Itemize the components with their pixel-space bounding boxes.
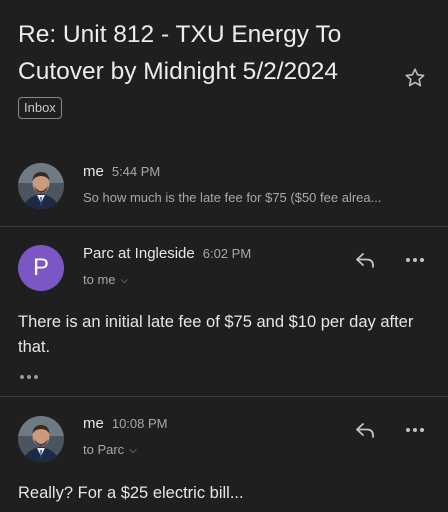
- sender-label: me: [83, 415, 104, 432]
- chevron-down-icon: ⌵: [129, 445, 137, 456]
- message-time: 6:02 PM: [202, 246, 252, 261]
- star-icon[interactable]: [403, 66, 427, 90]
- message-snippet: So how much is the late fee for $75 ($50…: [83, 190, 382, 205]
- sender-name: me 10:08 PM: [83, 415, 168, 432]
- recipient-label: to Parc: [83, 442, 125, 457]
- avatar: P: [18, 245, 64, 291]
- recipient-label: to me: [83, 272, 116, 287]
- inbox-label[interactable]: Inbox: [18, 97, 62, 119]
- reply-icon[interactable]: [353, 248, 377, 272]
- message-body: Really? For a $25 electric bill...: [18, 484, 244, 502]
- avatar: [18, 163, 64, 209]
- reply-icon[interactable]: [353, 418, 377, 442]
- sender-label: me: [83, 163, 104, 180]
- divider: [0, 226, 448, 227]
- avatar: [18, 416, 64, 462]
- sender-label: Parc at Ingleside: [83, 245, 195, 262]
- message-time: 5:44 PM: [111, 164, 161, 179]
- more-horizontal-icon[interactable]: [403, 248, 427, 272]
- message-body: There is an initial late fee of $75 and …: [18, 313, 414, 356]
- chevron-down-icon: ⌵: [120, 275, 129, 286]
- sender-name: Parc at Ingleside 6:02 PM: [83, 245, 251, 262]
- show-trimmed-content-icon[interactable]: [18, 371, 42, 383]
- more-horizontal-icon[interactable]: [403, 418, 427, 442]
- recipient-toggle[interactable]: to me ⌵: [83, 272, 128, 287]
- divider: [0, 396, 448, 397]
- thread-subject: Re: Unit 812 - TXU Energy To Cutover by …: [18, 21, 342, 85]
- sender-name: me 5:44 PM: [83, 163, 160, 180]
- recipient-toggle[interactable]: to Parc ⌵: [83, 442, 137, 457]
- message-time: 10:08 PM: [111, 416, 168, 431]
